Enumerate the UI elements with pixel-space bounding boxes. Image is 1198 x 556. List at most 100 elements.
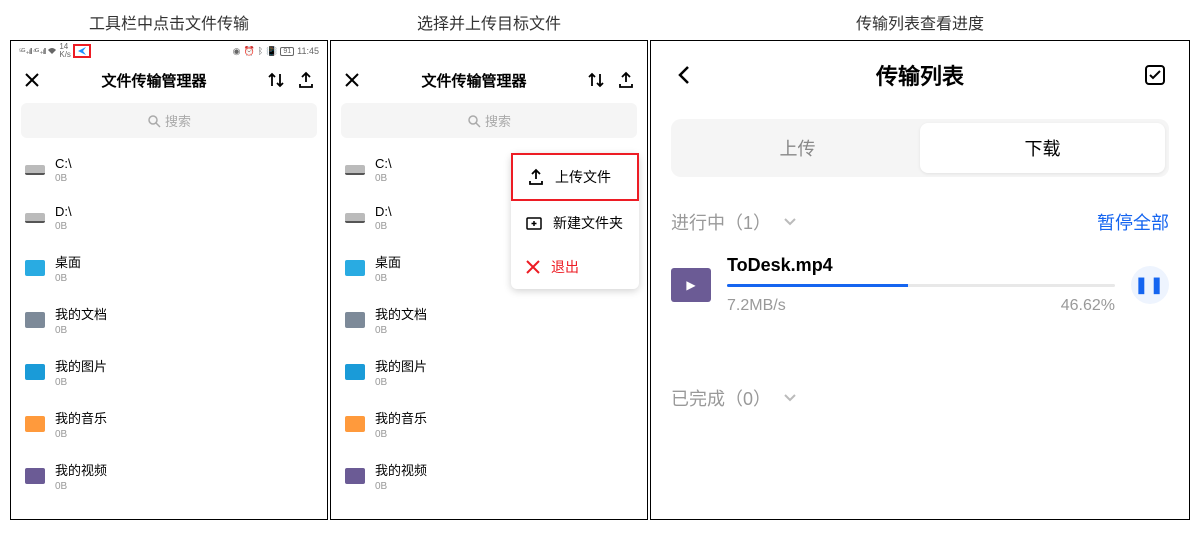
file-item[interactable]: D:\0B	[21, 194, 317, 242]
new-folder-icon	[525, 214, 543, 232]
exit-menu-item[interactable]: 退出	[511, 245, 639, 289]
status-bar: ⁵ᴳ ₊ıll ⁴ᴳ ₊ıll 14K/s ◉ ⏰ ᛒ 📳 91 11:45	[11, 41, 327, 61]
file-size: 0B	[55, 429, 107, 440]
phone-screen-3: 传输列表 上传 下载 进行中（1） 暂停全部	[650, 40, 1190, 520]
file-name: 我的图片	[375, 356, 427, 375]
eye-icon: ◉	[233, 46, 241, 57]
wifi-icon	[47, 47, 57, 55]
transfer-file-name: ToDesk.mp4	[727, 255, 1115, 276]
file-size: 0B	[375, 221, 392, 232]
file-size: 0B	[55, 173, 72, 184]
transfer-speed: 7.2MB/s	[727, 297, 786, 315]
sort-icon[interactable]	[265, 69, 287, 91]
folder-icon	[345, 416, 365, 432]
caption-3: 传输列表查看进度	[650, 10, 1190, 32]
search-icon	[147, 114, 161, 128]
search-placeholder: 搜索	[485, 111, 511, 130]
bluetooth-icon: ᛒ	[258, 46, 263, 56]
file-item[interactable]: 桌面 0B	[21, 242, 317, 294]
file-item[interactable]: 我的视频0B	[21, 450, 317, 502]
caption-1: 工具栏中点击文件传输	[10, 10, 328, 32]
file-size: 0B	[375, 273, 401, 284]
drive-icon	[25, 165, 45, 175]
caption-2: 选择并上传目标文件	[330, 10, 648, 32]
in-progress-section: 进行中（1） 暂停全部	[651, 185, 1189, 247]
signal-icon: ⁵ᴳ ₊ıll ⁴ᴳ ₊ıll	[19, 47, 45, 56]
action-menu: 上传文件 新建文件夹 退出	[511, 153, 639, 289]
upload-file-menu-item[interactable]: 上传文件	[511, 153, 639, 201]
search-input[interactable]: 搜索	[341, 103, 637, 138]
folder-icon	[345, 364, 365, 380]
transfer-item: ToDesk.mp4 7.2MB/s 46.62% ❚❚	[651, 247, 1189, 335]
drive-icon	[345, 213, 365, 223]
fm-header: 文件传输管理器	[11, 61, 327, 99]
select-all-icon[interactable]	[1141, 61, 1169, 89]
new-folder-menu-item[interactable]: 新建文件夹	[511, 201, 639, 245]
folder-icon	[345, 468, 365, 484]
chevron-down-icon	[783, 217, 797, 227]
menu-label: 退出	[551, 257, 579, 277]
file-item[interactable]: 我的视频0B	[341, 450, 637, 502]
menu-label: 新建文件夹	[553, 213, 623, 233]
folder-icon	[25, 416, 45, 432]
search-input[interactable]: 搜索	[21, 103, 317, 138]
tab-download[interactable]: 下载	[920, 123, 1165, 173]
sort-icon[interactable]	[585, 69, 607, 91]
pause-button[interactable]: ❚❚	[1131, 266, 1169, 304]
folder-icon	[25, 260, 45, 276]
file-name: 我的视频	[375, 460, 427, 479]
file-name: 我的图片	[55, 356, 107, 375]
drive-icon	[25, 213, 45, 223]
pause-all-button[interactable]: 暂停全部	[1097, 209, 1169, 235]
transfer-percent: 46.62%	[1061, 297, 1115, 315]
video-file-icon	[671, 268, 711, 302]
file-name: 我的音乐	[375, 408, 427, 427]
drive-icon	[345, 165, 365, 175]
battery-icon: 91	[280, 47, 294, 56]
back-icon[interactable]	[671, 61, 699, 89]
folder-icon	[345, 260, 365, 276]
status-time: 11:45	[297, 46, 319, 56]
tab-upload[interactable]: 上传	[675, 123, 920, 173]
upload-icon[interactable]	[295, 69, 317, 91]
file-name: 我的视频	[55, 460, 107, 479]
file-size: 0B	[55, 273, 81, 284]
fm-title: 文件传输管理器	[51, 70, 257, 91]
file-size: 0B	[375, 325, 427, 336]
file-size: 0B	[55, 325, 107, 336]
file-item[interactable]: 我的文档 0B	[341, 294, 637, 346]
transfer-header: 传输列表	[651, 41, 1189, 103]
progress-fill	[727, 284, 908, 287]
folder-icon	[25, 364, 45, 380]
file-size: 0B	[375, 377, 427, 388]
file-name: 桌面	[55, 252, 81, 271]
file-name: C:\	[375, 156, 392, 171]
close-icon	[525, 259, 541, 275]
upload-icon	[527, 168, 545, 186]
file-size: 0B	[55, 377, 107, 388]
file-item[interactable]: 我的音乐 0B	[341, 398, 637, 450]
vibrate-icon: 📳	[266, 46, 277, 57]
file-name: 我的文档	[375, 304, 427, 323]
phone-screen-1: ⁵ᴳ ₊ıll ⁴ᴳ ₊ıll 14K/s ◉ ⏰ ᛒ 📳 91 11:45	[10, 40, 328, 520]
file-item[interactable]: 我的图片 0B	[341, 346, 637, 398]
file-size: 0B	[375, 173, 392, 184]
chevron-down-icon	[783, 393, 797, 403]
close-icon[interactable]	[341, 69, 363, 91]
folder-icon	[345, 312, 365, 328]
file-item[interactable]: 我的文档 0B	[21, 294, 317, 346]
menu-label: 上传文件	[555, 167, 611, 187]
transfer-title: 传输列表	[876, 59, 964, 91]
file-name: 我的文档	[55, 304, 107, 323]
in-progress-header[interactable]: 进行中（1）	[671, 209, 797, 235]
upload-icon[interactable]	[615, 69, 637, 91]
file-transfer-toolbar-icon[interactable]	[73, 44, 91, 58]
file-name: D:\	[55, 204, 72, 219]
alarm-icon: ⏰	[244, 46, 255, 57]
completed-section[interactable]: 已完成（0）	[651, 335, 1189, 423]
file-size: 0B	[375, 429, 427, 440]
close-icon[interactable]	[21, 69, 43, 91]
file-item[interactable]: 我的图片 0B	[21, 346, 317, 398]
file-item[interactable]: C:\0B	[21, 146, 317, 194]
file-item[interactable]: 我的音乐0B	[21, 398, 317, 450]
